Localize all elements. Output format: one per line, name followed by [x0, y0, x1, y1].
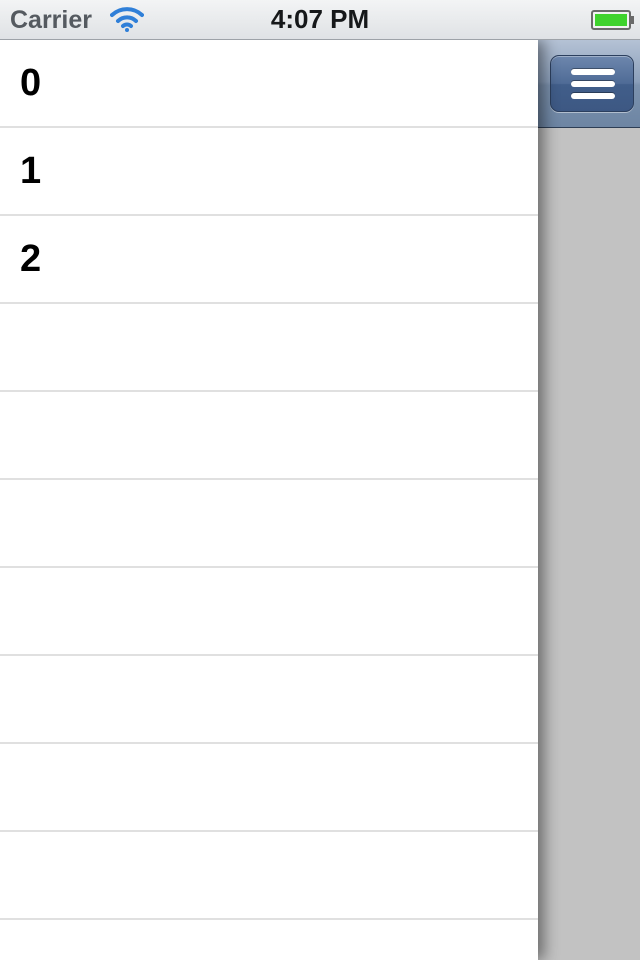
- table-view[interactable]: 0 1 2: [0, 40, 538, 960]
- table-row[interactable]: [0, 832, 538, 920]
- table-row[interactable]: 1: [0, 128, 538, 216]
- table-row[interactable]: [0, 568, 538, 656]
- row-label: 2: [20, 238, 42, 280]
- table-row[interactable]: 2: [0, 216, 538, 304]
- row-label: 1: [20, 150, 42, 192]
- table-row[interactable]: [0, 920, 538, 960]
- table-row[interactable]: [0, 744, 538, 832]
- table-row[interactable]: [0, 304, 538, 392]
- table-row[interactable]: 0: [0, 40, 538, 128]
- side-menu-panel: [538, 40, 640, 960]
- clock: 4:07 PM: [270, 4, 370, 34]
- table-row[interactable]: [0, 392, 538, 480]
- status-bar: Carrier 4:07 PM: [0, 0, 640, 40]
- menu-button[interactable]: [550, 55, 634, 112]
- table-row[interactable]: [0, 656, 538, 744]
- row-label: 0: [20, 62, 42, 104]
- side-navigation-bar: [538, 40, 640, 128]
- battery-icon: [591, 10, 635, 30]
- table-row[interactable]: [0, 480, 538, 568]
